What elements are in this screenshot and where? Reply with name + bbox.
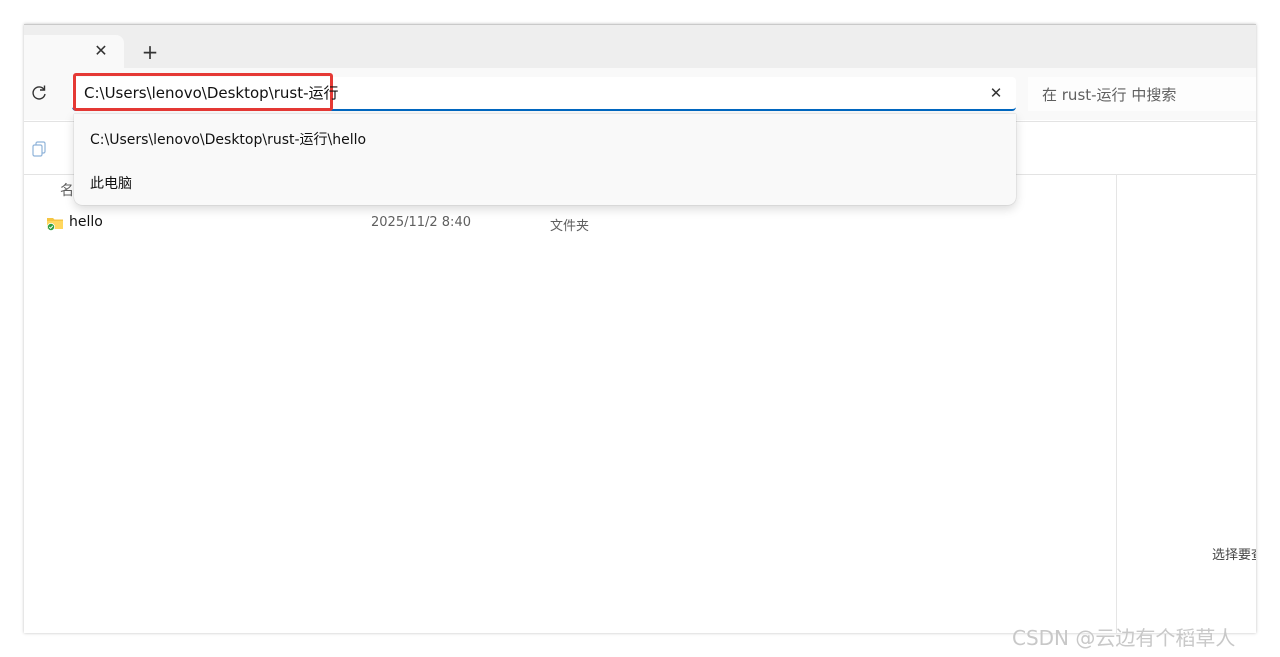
- file-row[interactable]: hello 2025/11/2 8:40 文件夹: [24, 210, 1114, 236]
- search-placeholder: 在 rust-运行 中搜索: [1042, 86, 1177, 104]
- file-name: hello: [69, 214, 103, 230]
- tab-active[interactable]: ✕: [24, 35, 124, 69]
- file-modified-date: 2025/11/2 8:40: [371, 215, 471, 230]
- refresh-button[interactable]: [28, 82, 50, 104]
- suggestion-label: C:\Users\lenovo\Desktop\rust-运行\hello: [90, 132, 367, 148]
- copy-button[interactable]: [30, 140, 48, 158]
- copy-icon: [32, 141, 46, 157]
- search-input[interactable]: 在 rust-运行 中搜索: [1028, 77, 1256, 111]
- suggestion-item[interactable]: 此电脑: [74, 160, 1016, 204]
- file-list-area: 名 hello 2025/11/2 8:40 文件夹 选择要查看的文件: [24, 174, 1256, 633]
- suggestion-label: 此电脑: [90, 176, 132, 192]
- address-clear-button[interactable]: ✕: [986, 83, 1006, 103]
- details-pane-divider[interactable]: [1116, 174, 1117, 633]
- address-bar: C:\Users\lenovo\Desktop\rust-运行 ✕ 在 rust…: [24, 68, 1256, 120]
- tab-close-button[interactable]: ✕: [90, 40, 112, 62]
- folder-icon: [46, 215, 64, 231]
- column-header-name[interactable]: 名: [60, 180, 74, 200]
- watermark: CSDN @云边有个稻草人: [1012, 626, 1236, 650]
- suggestion-item[interactable]: C:\Users\lenovo\Desktop\rust-运行\hello: [74, 116, 1016, 160]
- address-path-text: C:\Users\lenovo\Desktop\rust-运行: [84, 84, 339, 102]
- address-suggestion-dropdown: C:\Users\lenovo\Desktop\rust-运行\hello 此电…: [74, 114, 1016, 205]
- tab-bar: ✕ +: [24, 24, 1256, 69]
- address-input[interactable]: C:\Users\lenovo\Desktop\rust-运行 ✕: [72, 73, 1016, 111]
- file-type: 文件夹: [550, 219, 590, 234]
- refresh-icon: [32, 85, 46, 100]
- new-tab-button[interactable]: +: [138, 40, 162, 64]
- details-pane-hint: 选择要查看的文件: [1212, 548, 1256, 563]
